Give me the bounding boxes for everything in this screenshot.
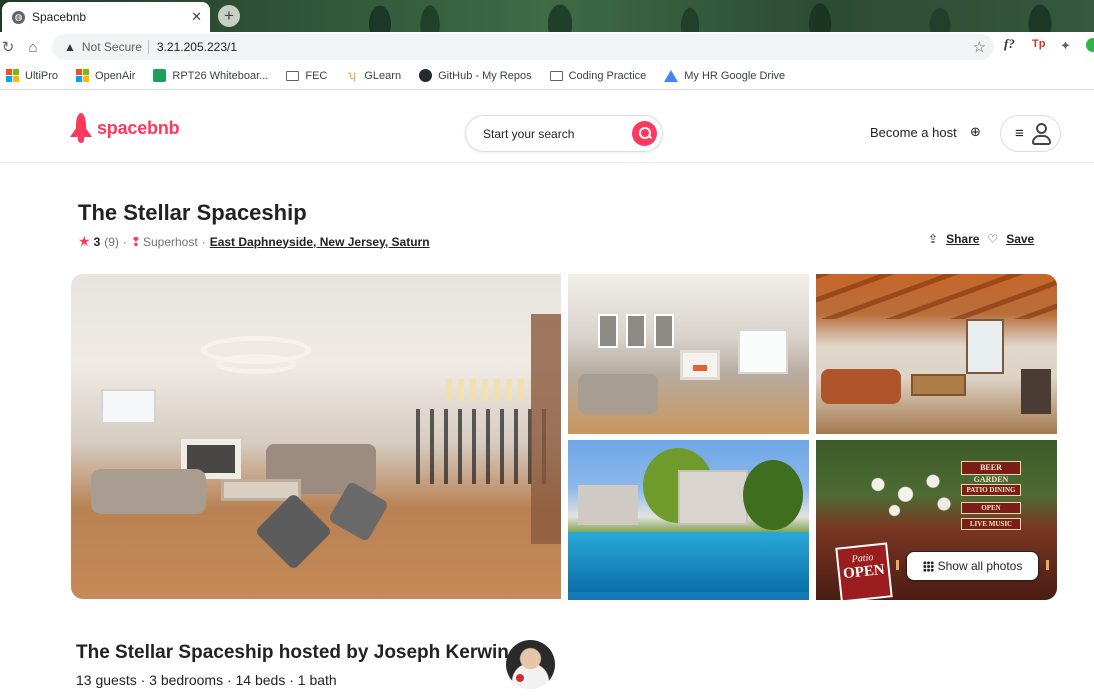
drive-icon: [664, 69, 679, 82]
rating-value: 3: [93, 234, 101, 249]
listing-title: The Stellar Spaceship: [78, 200, 307, 225]
tab-title: Spacebnb: [32, 10, 87, 24]
heart-icon[interactable]: ♡: [987, 232, 998, 246]
logo-wordmark: spacebnb: [97, 117, 180, 138]
bookmark-label: My HR Google Drive: [684, 69, 786, 82]
patio-open-sign: Patio OPEN: [835, 542, 893, 600]
bookmark-label: Coding Practice: [568, 69, 647, 82]
bookmark-label: GLearn: [364, 69, 402, 82]
host-details: 13 guests · 3 bedrooms · 14 beds · 1 bat…: [76, 672, 337, 688]
site-logo[interactable]: spacebnb: [70, 113, 180, 143]
bookmark-star-icon[interactable]: ☆: [973, 38, 986, 56]
github-icon: [419, 69, 433, 82]
reload-icon[interactable]: ↻: [0, 38, 16, 56]
bookmark-label: UltiPro: [25, 69, 59, 82]
new-tab-button[interactable]: +: [218, 5, 240, 27]
url-text[interactable]: 3.21.205.223/1: [157, 40, 237, 54]
extensions-puzzle-icon[interactable]: ✦: [1060, 38, 1071, 54]
folder-icon: [286, 70, 300, 81]
photo-pool[interactable]: [568, 440, 809, 600]
browser-tabstrip: ◍ Spacebnb ✕ +: [0, 0, 1094, 32]
bookmarks-bar: UltiPro OpenAir RPT26 Whiteboar... FEC ʮ…: [0, 62, 1094, 90]
search-icon[interactable]: [632, 121, 657, 146]
browser-toolbar: ↻ ⌂ ▲ Not Secure 3.21.205.223/1 ☆: [0, 32, 1094, 62]
become-host-link[interactable]: Become a host: [870, 125, 957, 140]
bookmark-glearn[interactable]: ʮ GLearn: [345, 69, 401, 82]
rocket-icon: [70, 113, 92, 143]
user-avatar-icon: [1029, 121, 1054, 146]
listing-meta: ★ 3 (9) · ❢ Superhost · East Daphneyside…: [78, 233, 430, 250]
extension-f-icon[interactable]: f?: [1004, 36, 1015, 52]
browser-tab[interactable]: ◍ Spacebnb ✕: [2, 2, 210, 32]
bookmark-label: RPT26 Whiteboar...: [172, 69, 269, 82]
grid-dots-icon: [922, 560, 934, 572]
profile-avatar-icon[interactable]: [1086, 38, 1094, 52]
site-header: spacebnb Start your search Become a host…: [0, 91, 1094, 163]
meta-separator: ·: [201, 234, 206, 249]
user-menu-button[interactable]: ≡: [1000, 115, 1061, 152]
listing-actions: ⇪ Share ♡ Save: [928, 232, 1042, 246]
patio-dining-sign: PATIO DINING: [961, 484, 1021, 496]
bookmark-ultipro[interactable]: UltiPro: [6, 69, 58, 82]
save-button[interactable]: Save: [1006, 232, 1034, 246]
host-heading: The Stellar Spaceship hosted by Joseph K…: [76, 642, 509, 663]
share-button[interactable]: Share: [946, 232, 979, 246]
bookmark-fec[interactable]: FEC: [286, 70, 327, 82]
extension-tp-icon[interactable]: Tp: [1032, 38, 1045, 50]
meta-separator: ·: [122, 234, 127, 249]
bookmark-label: OpenAir: [95, 69, 136, 82]
trello-icon: [153, 69, 167, 82]
location-link[interactable]: East Daphneyside, New Jersey, Saturn: [210, 235, 430, 249]
bookmark-rpt26-whiteboard[interactable]: RPT26 Whiteboar...: [153, 69, 268, 82]
windows-icon: [6, 69, 19, 82]
warning-icon[interactable]: ▲: [64, 40, 76, 54]
address-bar[interactable]: ▲ Not Secure 3.21.205.223/1 ☆: [52, 34, 994, 60]
live-music-sign: LIVE MUSIC: [961, 518, 1021, 530]
beer-garden-sign: BEER GARDEN: [961, 461, 1021, 484]
globe-icon[interactable]: ⊕: [970, 124, 981, 140]
bookmark-openair[interactable]: OpenAir: [76, 69, 135, 82]
mission-patch-icon: [516, 674, 524, 682]
host-avatar[interactable]: [506, 640, 555, 689]
bookmark-label: FEC: [305, 69, 328, 82]
photo-cabin-lounge[interactable]: [816, 274, 1057, 434]
review-count[interactable]: (9): [104, 235, 119, 249]
home-icon[interactable]: ⌂: [22, 39, 44, 56]
bookmark-coding-practice[interactable]: Coding Practice: [549, 69, 647, 82]
photo-living-room[interactable]: [71, 274, 561, 599]
share-icon[interactable]: ⇪: [928, 232, 938, 246]
hamburger-menu-icon: ≡: [1015, 125, 1024, 142]
glearn-icon: ʮ: [347, 68, 356, 82]
photo-family-room[interactable]: [568, 274, 809, 434]
search-placeholder: Start your search: [483, 126, 575, 141]
star-icon: ★: [78, 233, 91, 249]
superhost-label: Superhost: [142, 234, 198, 249]
show-all-photos-label: Show all photos: [937, 559, 1023, 573]
windows-icon: [76, 69, 90, 82]
show-all-photos-button[interactable]: Show all photos: [906, 551, 1039, 581]
search-bar[interactable]: Start your search: [465, 115, 663, 152]
tab-close-icon[interactable]: ✕: [191, 9, 202, 25]
bookmark-github[interactable]: GitHub - My Repos: [419, 69, 532, 82]
open-sign-small: OPEN: [961, 502, 1021, 514]
folder-icon: [549, 70, 563, 81]
bookmark-hr-drive[interactable]: My HR Google Drive: [664, 69, 786, 82]
security-label[interactable]: Not Secure: [82, 40, 142, 54]
globe-favicon-icon: ◍: [12, 10, 25, 24]
open-sign-bottom: OPEN: [842, 561, 886, 583]
superhost-badge-icon: ❢: [130, 234, 141, 249]
address-divider: [147, 40, 149, 54]
bookmark-label: GitHub - My Repos: [438, 69, 532, 82]
